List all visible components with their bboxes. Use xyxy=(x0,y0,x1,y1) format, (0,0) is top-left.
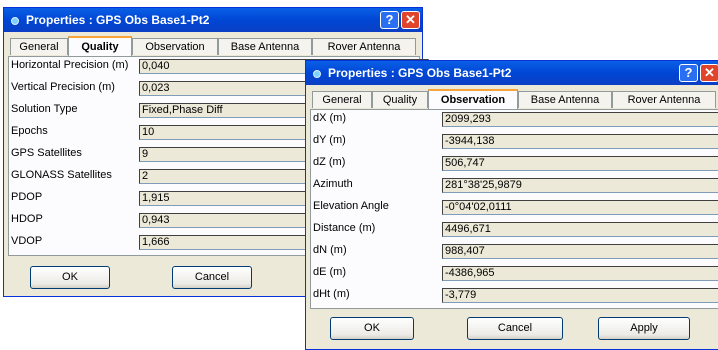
tab-observation[interactable]: Observation xyxy=(132,38,218,55)
cancel-button[interactable]: Cancel xyxy=(172,266,252,289)
help-button[interactable]: ? xyxy=(679,64,698,82)
field-value[interactable]: -3944,138 xyxy=(442,134,718,149)
tab-general[interactable]: General xyxy=(10,38,68,55)
tab-general[interactable]: General xyxy=(312,91,372,108)
field-label: Distance (m) xyxy=(313,222,376,234)
field-label: Horizontal Precision (m) xyxy=(11,59,129,71)
title-bar[interactable]: Properties : GPS Obs Base1-Pt2 ? ✕ xyxy=(4,8,422,32)
field-label: Solution Type xyxy=(11,103,78,115)
field-label: dHt (m) xyxy=(313,288,350,300)
tab-base-antenna[interactable]: Base Antenna xyxy=(218,38,312,55)
field-label: Elevation Angle xyxy=(313,200,389,212)
field-value[interactable]: 988,407 xyxy=(442,244,718,259)
field-label: Vertical Precision (m) xyxy=(11,81,115,93)
field-label: GLONASS Satellites xyxy=(11,169,112,181)
field-value[interactable]: 506,747 xyxy=(442,156,718,171)
tab-base-antenna[interactable]: Base Antenna xyxy=(518,91,612,108)
window-title: Properties : GPS Obs Base1-Pt2 xyxy=(26,13,210,27)
properties-dialog-observation: Properties : GPS Obs Base1-Pt2 ? ✕ Gener… xyxy=(305,60,718,350)
field-label: Epochs xyxy=(11,125,48,137)
field-label: HDOP xyxy=(11,213,43,225)
field-value[interactable]: 2099,293 xyxy=(442,112,718,127)
field-label: dZ (m) xyxy=(313,156,346,168)
help-button[interactable]: ? xyxy=(380,11,399,29)
field-value[interactable]: 281°38'25,9879 xyxy=(442,178,718,193)
app-icon xyxy=(313,70,321,78)
field-value[interactable]: 4496,671 xyxy=(442,222,718,237)
close-button[interactable]: ✕ xyxy=(700,64,718,82)
field-value[interactable]: -0°04'02,0111 xyxy=(442,200,718,215)
field-label: dN (m) xyxy=(313,244,347,256)
field-label: PDOP xyxy=(11,191,43,203)
ok-button[interactable]: OK xyxy=(30,266,110,289)
field-label: dE (m) xyxy=(313,266,346,278)
tab-rover-antenna[interactable]: Rover Antenna xyxy=(612,91,716,108)
close-button[interactable]: ✕ xyxy=(401,11,420,29)
field-value[interactable]: -3,779 xyxy=(442,288,718,303)
tab-quality[interactable]: Quality xyxy=(68,36,132,56)
observation-panel: dX (m) 2099,293 dY (m) -3944,138 dZ (m) … xyxy=(310,109,718,309)
cancel-button[interactable]: Cancel xyxy=(467,317,563,340)
field-label: VDOP xyxy=(11,235,43,247)
field-value[interactable]: -4386,965 xyxy=(442,266,718,281)
ok-button[interactable]: OK xyxy=(330,317,414,340)
tab-rover-antenna[interactable]: Rover Antenna xyxy=(312,38,416,55)
apply-button[interactable]: Apply xyxy=(598,317,690,340)
field-label: Azimuth xyxy=(313,178,353,190)
field-label: GPS Satellites xyxy=(11,147,82,159)
window-title: Properties : GPS Obs Base1-Pt2 xyxy=(328,66,512,80)
tab-quality[interactable]: Quality xyxy=(372,91,428,108)
tab-observation[interactable]: Observation xyxy=(428,89,518,109)
field-label: dX (m) xyxy=(313,112,346,124)
field-label: dY (m) xyxy=(313,134,346,146)
app-icon xyxy=(11,17,19,25)
title-bar[interactable]: Properties : GPS Obs Base1-Pt2 ? ✕ xyxy=(306,61,718,85)
